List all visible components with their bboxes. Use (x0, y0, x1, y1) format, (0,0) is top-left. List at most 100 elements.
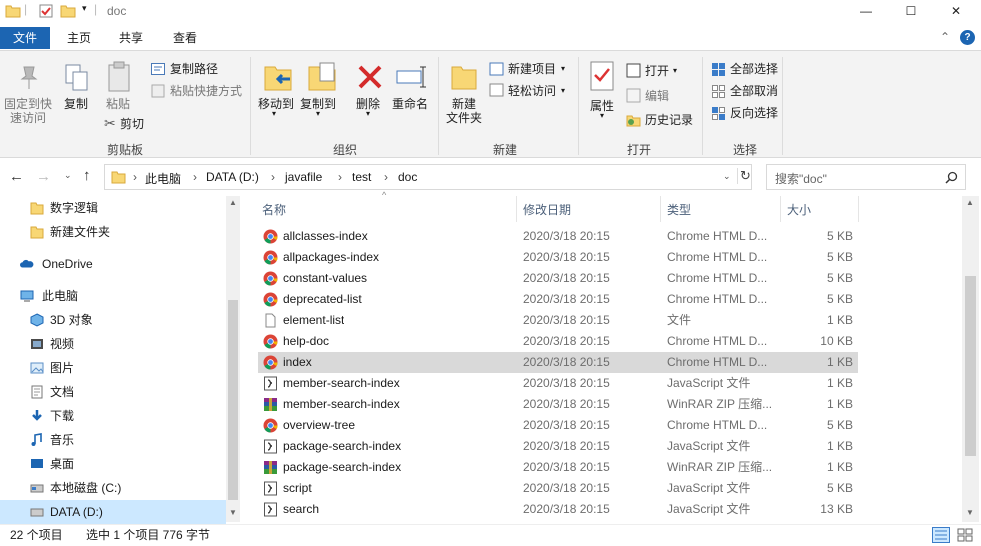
large-icons-view-icon[interactable] (956, 527, 974, 543)
move-to-dropdown-icon[interactable]: ▾ (272, 109, 276, 118)
breadcrumb-this-pc[interactable]: 此电脑 (145, 170, 181, 187)
group-organize: 组织 (332, 143, 357, 157)
rename-button[interactable]: 重命名 (392, 97, 428, 111)
file-row[interactable]: help-doc 2020/3/18 20:15 Chrome HTML D... 1… (258, 331, 858, 352)
breadcrumb-javafile[interactable]: javafile (285, 170, 322, 184)
search-icon[interactable] (945, 171, 958, 184)
new-item-dropdown-icon[interactable]: ▾ (561, 64, 565, 73)
file-row[interactable]: allclasses-index 2020/3/18 20:15 Chrome HT… (258, 226, 858, 247)
status-bar: 22 个项目 选中 1 个项目 776 字节 (0, 524, 981, 546)
nav-item-data-drive[interactable]: DATA (D:) (0, 500, 226, 524)
file-row[interactable]: search 2020/3/18 20:15 JavaScript 文件 13 KB (258, 499, 858, 520)
address-dropdown-icon[interactable]: ⌄ (723, 171, 731, 182)
file-row[interactable]: member-search-index 2020/3/18 20:15 JavaSc… (258, 373, 858, 394)
select-none-button[interactable]: 全部取消 (730, 84, 778, 98)
column-divider[interactable] (660, 196, 661, 222)
nav-item-downloads[interactable]: 下载 (0, 404, 226, 428)
scroll-up-icon[interactable]: ▲ (966, 198, 974, 207)
breadcrumb-test[interactable]: test (352, 170, 371, 184)
back-icon[interactable]: ← (9, 168, 24, 185)
easy-access-dropdown-icon[interactable]: ▾ (561, 86, 565, 95)
properties-icon[interactable] (38, 3, 54, 19)
paste-button[interactable]: 粘贴 (106, 97, 130, 111)
invert-selection-button[interactable]: 反向选择 (730, 106, 778, 120)
file-row[interactable]: constant-values 2020/3/18 20:15 Chrome HTM… (258, 268, 858, 289)
nav-item-videos[interactable]: 视频 (0, 332, 226, 356)
nav-item-new-folder[interactable]: 新建文件夹 (0, 220, 226, 244)
select-all-button[interactable]: 全部选择 (730, 62, 778, 76)
address-bar[interactable]: › 此电脑 › DATA (D:) › javafile › test › do… (104, 164, 752, 190)
paste-shortcut-button[interactable]: 粘贴快捷方式 (170, 84, 242, 98)
help-icon[interactable]: ? (960, 30, 975, 45)
breadcrumb-data-drive[interactable]: DATA (D:) (206, 170, 259, 184)
maximize-button[interactable]: ☐ (888, 0, 934, 22)
tab-share[interactable]: 共享 (108, 27, 154, 49)
column-header-size[interactable]: 大小 (787, 201, 811, 219)
file-row[interactable]: deprecated-list 2020/3/18 20:15 Chrome HTM… (258, 289, 858, 310)
properties-dropdown-icon[interactable]: ▾ (600, 111, 604, 120)
copy-button[interactable]: 复制 (64, 97, 88, 111)
navigation-scrollbar[interactable]: ▲ ▼ (226, 196, 240, 522)
nav-item-desktop[interactable]: 桌面 (0, 452, 226, 476)
new-item-button[interactable]: 新建项目 (508, 62, 556, 76)
column-divider[interactable] (858, 196, 859, 222)
file-row[interactable]: overview-tree 2020/3/18 20:15 Chrome HTML … (258, 415, 858, 436)
history-button[interactable]: 历史记录 (645, 113, 693, 127)
quick-access-dropdown[interactable]: ▾ (82, 3, 87, 14)
new-folder-icon[interactable] (60, 3, 76, 19)
cut-button[interactable]: 剪切 (120, 117, 144, 131)
new-folder-button[interactable]: 新建 文件夹 (446, 97, 482, 125)
file-row[interactable]: script 2020/3/18 20:15 JavaScript 文件 5 KB (258, 478, 858, 499)
scroll-up-icon[interactable]: ▲ (229, 198, 237, 207)
file-list-scrollbar[interactable]: ▲ ▼ (962, 196, 979, 522)
nav-item-pictures[interactable]: 图片 (0, 356, 226, 380)
scroll-down-icon[interactable]: ▼ (229, 508, 237, 517)
tab-view[interactable]: 查看 (162, 27, 208, 49)
nav-item-documents[interactable]: 文档 (0, 380, 226, 404)
scrollbar-thumb[interactable] (965, 276, 976, 456)
edit-button[interactable]: 编辑 (645, 89, 669, 103)
scroll-down-icon[interactable]: ▼ (966, 508, 974, 517)
file-row[interactable]: member-search-index 2020/3/18 20:15 WinRAR… (258, 394, 858, 415)
nav-item-digital-logic[interactable]: 数字逻辑 (0, 196, 226, 220)
file-type: JavaScript 文件 (667, 439, 751, 453)
scrollbar-thumb[interactable] (228, 300, 238, 500)
nav-item-local-disk-c[interactable]: 本地磁盘 (C:) (0, 476, 226, 500)
refresh-icon[interactable]: ↻ (737, 168, 751, 184)
breadcrumb-doc[interactable]: doc (398, 170, 417, 184)
file-size: 1 KB (826, 376, 853, 390)
file-row[interactable]: package-search-index 2020/3/18 20:15 WinRA… (258, 457, 858, 478)
nav-item-this-pc[interactable]: 此电脑 (0, 284, 226, 308)
forward-icon[interactable]: → (36, 168, 51, 185)
file-row[interactable]: index 2020/3/18 20:15 Chrome HTML D... 1 KB (258, 352, 858, 373)
delete-dropdown-icon[interactable]: ▾ (366, 109, 370, 118)
nav-item-3d-objects[interactable]: 3D 对象 (0, 308, 226, 332)
nav-item-onedrive[interactable]: OneDrive (0, 252, 226, 276)
tab-file[interactable]: 文件 (0, 27, 50, 49)
nav-item-music[interactable]: 音乐 (0, 428, 226, 452)
column-divider[interactable] (780, 196, 781, 222)
copy-path-button[interactable]: 复制路径 (170, 62, 218, 76)
column-divider[interactable] (516, 196, 517, 222)
open-button[interactable]: 打开 (645, 64, 669, 78)
column-header-name[interactable]: 名称 (262, 201, 286, 219)
copy-to-dropdown-icon[interactable]: ▾ (316, 109, 320, 118)
details-view-icon[interactable] (932, 527, 950, 543)
open-dropdown-icon[interactable]: ▾ (673, 66, 677, 75)
column-header-date[interactable]: 修改日期 (523, 201, 571, 219)
file-row[interactable]: package-search-index 2020/3/18 20:15 JavaS… (258, 436, 858, 457)
collapse-ribbon-icon[interactable]: ⌃ (940, 30, 950, 44)
search-box[interactable]: 搜索"doc" (766, 164, 966, 190)
pin-quick-access-button[interactable]: 固定到快 速访问 (4, 97, 52, 125)
minimize-button[interactable]: — (843, 0, 889, 22)
tab-home[interactable]: 主页 (56, 27, 102, 49)
file-name: package-search-index (283, 460, 402, 474)
close-button[interactable]: ✕ (933, 0, 979, 22)
file-row[interactable]: allpackages-index 2020/3/18 20:15 Chrome H… (258, 247, 858, 268)
column-header-type[interactable]: 类型 (667, 201, 691, 219)
file-row[interactable]: element-list 2020/3/18 20:15 文件 1 KB (258, 310, 858, 331)
breadcrumb-separator: › (271, 170, 275, 184)
easy-access-button[interactable]: 轻松访问 (508, 84, 556, 98)
up-icon[interactable]: ↑ (83, 167, 91, 184)
recent-locations-icon[interactable]: ⌄ (64, 170, 72, 181)
